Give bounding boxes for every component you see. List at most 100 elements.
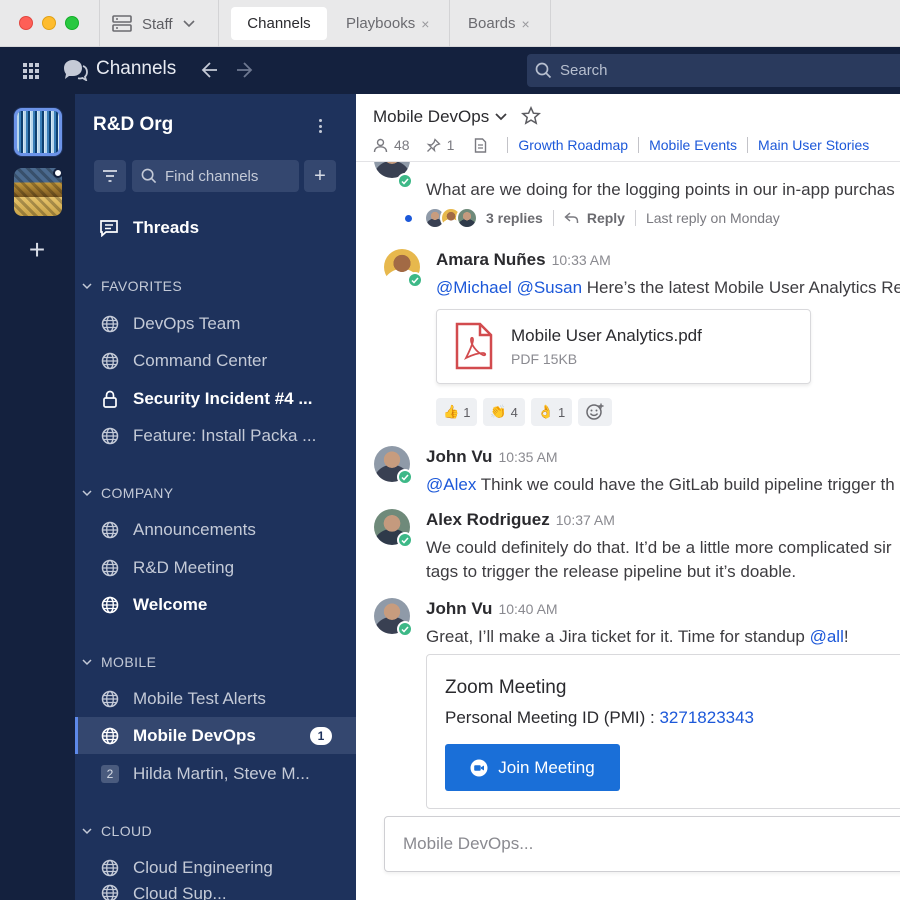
- sender-name[interactable]: Amara Nuñes: [436, 250, 546, 269]
- threads-label: Threads: [133, 218, 200, 237]
- bookmark-mobile-events[interactable]: Mobile Events: [649, 137, 737, 153]
- globe-icon: [101, 727, 119, 745]
- back-arrow-icon[interactable]: [201, 57, 219, 83]
- reaction-clap[interactable]: 👏 4: [483, 398, 525, 426]
- message-time[interactable]: 10:35 AM: [498, 449, 557, 465]
- message-body: Great, I’ll make a Jira ticket for it. T…: [426, 627, 810, 646]
- thread-replies-link[interactable]: 3 replies: [486, 210, 543, 226]
- product-menu-icon[interactable]: [23, 63, 39, 79]
- member-count[interactable]: 48: [394, 137, 410, 153]
- global-search-input[interactable]: Search: [527, 54, 900, 87]
- participant-avatar: [456, 207, 478, 229]
- chevron-down-icon: [82, 827, 92, 834]
- sidebar-item-announcements[interactable]: Announcements: [75, 511, 356, 548]
- member-icon[interactable]: [373, 138, 388, 153]
- team-image: [17, 111, 59, 153]
- category-mobile[interactable]: MOBILE: [81, 654, 156, 670]
- message-time[interactable]: 10:37 AM: [556, 512, 615, 528]
- sidebar-item-devops-team[interactable]: DevOps Team: [75, 305, 356, 342]
- star-icon[interactable]: [521, 106, 541, 126]
- pin-icon[interactable]: [426, 137, 441, 153]
- sidebar-item-mobile-test-alerts[interactable]: Mobile Test Alerts: [75, 680, 356, 717]
- tab-label: Playbooks: [346, 15, 416, 32]
- sender-name[interactable]: John Vu: [426, 599, 492, 618]
- footer-divider: [552, 210, 554, 226]
- sidebar-item-group-dm[interactable]: 2 Hilda Martin, Steve M...: [75, 755, 356, 792]
- lock-icon: [101, 390, 119, 408]
- bookmark-growth-roadmap[interactable]: Growth Roadmap: [518, 137, 628, 153]
- team-name[interactable]: R&D Org: [93, 114, 173, 136]
- composer-placeholder: Mobile DevOps...: [403, 834, 534, 853]
- files-icon[interactable]: [474, 137, 487, 153]
- add-reaction-button[interactable]: [578, 398, 613, 426]
- meta-divider: [638, 137, 640, 153]
- sidebar-item-welcome[interactable]: Welcome: [75, 586, 356, 623]
- tab-playbooks[interactable]: Playbooks ×: [346, 7, 429, 40]
- online-status-icon: [397, 532, 413, 548]
- tab-channels[interactable]: Channels: [231, 7, 327, 40]
- close-window-button[interactable]: [19, 16, 33, 30]
- file-attachment[interactable]: Mobile User Analytics.pdf PDF 15KB: [436, 309, 811, 384]
- add-team-button[interactable]: +: [25, 234, 49, 266]
- message-time[interactable]: 10:33 AM: [552, 252, 611, 268]
- reaction-thumbs-up[interactable]: 👍 1: [436, 398, 478, 426]
- chevron-down-icon: [495, 113, 507, 121]
- team-button-active[interactable]: [14, 108, 62, 156]
- sidebar-item-command-center[interactable]: Command Center: [75, 342, 356, 379]
- category-company[interactable]: COMPANY: [81, 485, 174, 501]
- reaction-ok-hand[interactable]: 👌 1: [530, 398, 573, 426]
- tab-boards[interactable]: Boards ×: [468, 7, 530, 40]
- tab-label: Boards: [468, 15, 516, 32]
- bookmark-main-user-stories[interactable]: Main User Stories: [758, 137, 869, 153]
- message-text: We could definitely do that. It’d be a l…: [426, 538, 892, 557]
- tab-label: Channels: [247, 15, 311, 32]
- channel-name: Feature: Install Packa ...: [133, 425, 317, 445]
- category-favorites[interactable]: FAVORITES: [81, 278, 182, 294]
- sidebar-item-cloud-partial[interactable]: Cloud Sup...: [75, 884, 356, 900]
- message-time[interactable]: 10:40 AM: [498, 601, 557, 617]
- category-cloud[interactable]: CLOUD: [81, 823, 152, 839]
- team-menu-icon[interactable]: [315, 116, 325, 136]
- channel-name: Mobile Test Alerts: [133, 688, 266, 708]
- sender-name[interactable]: Alex Rodriguez: [426, 510, 550, 529]
- mention-michael[interactable]: @Michael: [436, 278, 512, 297]
- sender-name[interactable]: John Vu: [426, 447, 492, 466]
- add-channel-button[interactable]: +: [304, 160, 336, 192]
- pmi-link[interactable]: 3271823343: [659, 708, 754, 727]
- mention-all[interactable]: @all: [810, 627, 844, 646]
- thread-footer: 3 replies Reply Last reply on Monday: [405, 207, 780, 229]
- chevron-down-icon: [82, 282, 92, 289]
- find-channels-input[interactable]: Find channels: [132, 160, 299, 192]
- message-suffix: !: [843, 627, 849, 646]
- reaction-count: 1: [463, 404, 471, 420]
- sidebar-item-cloud-engineering[interactable]: Cloud Engineering: [75, 849, 356, 886]
- message-composer-input[interactable]: Mobile DevOps...: [384, 816, 900, 872]
- close-tab-icon[interactable]: ×: [522, 16, 530, 32]
- join-meeting-button[interactable]: Join Meeting: [445, 744, 620, 791]
- pmi-label: Personal Meeting ID (PMI) :: [445, 708, 660, 727]
- online-status-icon: [397, 173, 413, 189]
- sidebar-item-threads[interactable]: Threads: [99, 218, 199, 238]
- search-placeholder: Search: [560, 62, 608, 79]
- mention-susan[interactable]: @Susan: [517, 278, 582, 297]
- globe-icon: [101, 352, 119, 370]
- server-selector[interactable]: Staff: [112, 11, 195, 37]
- channel-meta: 48 1 Growth Roadmap Mobile Events Main U…: [373, 137, 869, 153]
- thread-reply-button[interactable]: Reply: [587, 210, 625, 226]
- sidebar-item-security-incident[interactable]: Security Incident #4 ...: [75, 380, 356, 417]
- sidebar-item-feature-install[interactable]: Feature: Install Packa ...: [75, 417, 356, 454]
- forward-arrow-icon[interactable]: [235, 57, 253, 83]
- minimize-window-button[interactable]: [42, 16, 56, 30]
- globe-icon: [101, 596, 119, 614]
- add-reaction-icon: [586, 403, 604, 420]
- filter-unreads-button[interactable]: [94, 160, 126, 192]
- sidebar-item-rd-meeting[interactable]: R&D Meeting: [75, 549, 356, 586]
- mention-alex[interactable]: @Alex: [426, 475, 476, 494]
- channel-title-button[interactable]: Mobile DevOps: [373, 107, 507, 127]
- pinned-count[interactable]: 1: [447, 137, 455, 153]
- zoom-pmi: Personal Meeting ID (PMI) : 3271823343: [445, 708, 754, 728]
- maximize-window-button[interactable]: [65, 16, 79, 30]
- close-tab-icon[interactable]: ×: [421, 16, 429, 32]
- channels-logo-icon: [64, 60, 88, 81]
- sidebar-item-mobile-devops[interactable]: Mobile DevOps 1: [75, 717, 356, 754]
